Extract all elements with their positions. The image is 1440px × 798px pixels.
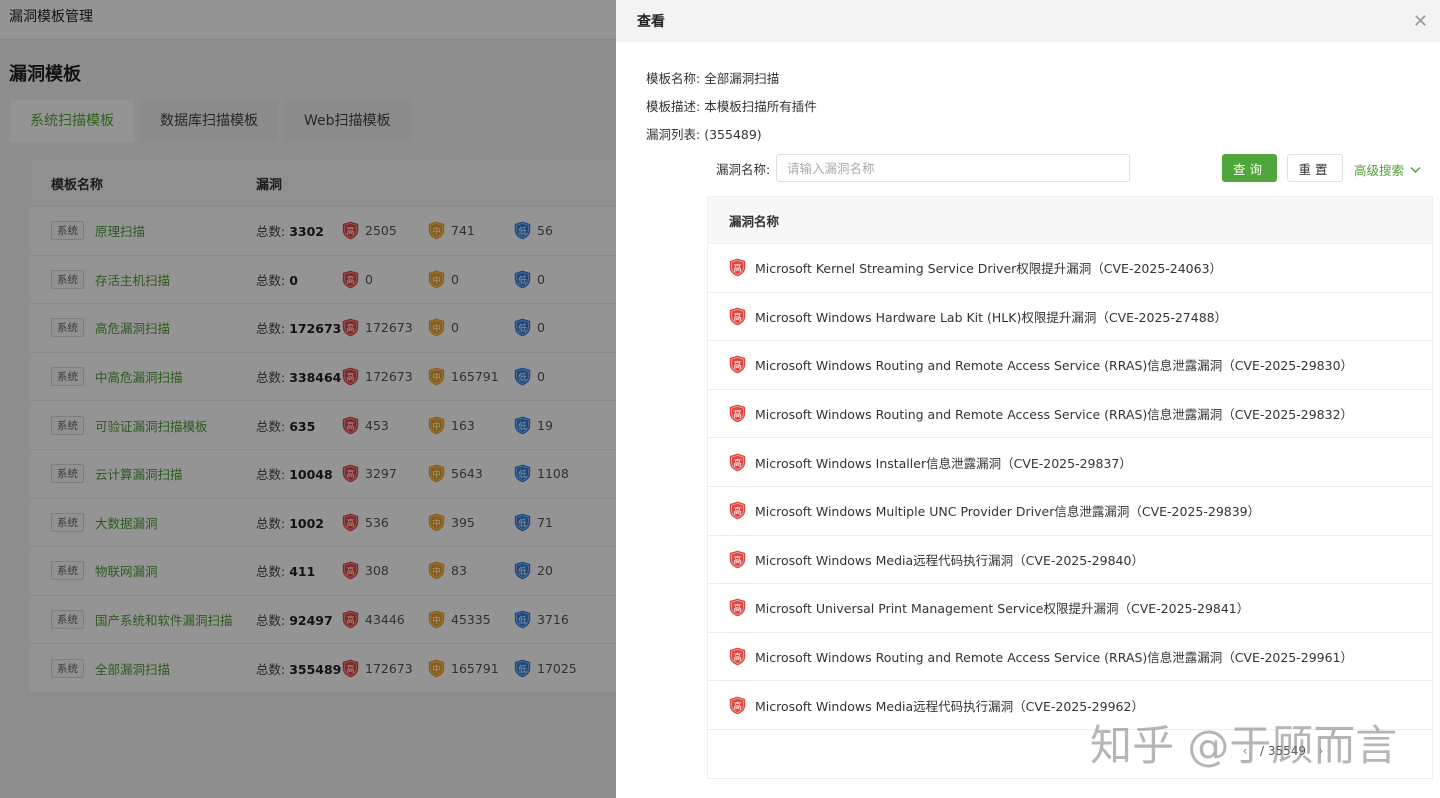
close-icon[interactable]: ✕ (1413, 11, 1428, 32)
vuln-table-body: 高 Microsoft Kernel Streaming Service Driv… (708, 244, 1432, 730)
query-button[interactable]: 查询 (1222, 154, 1277, 182)
svg-text:高: 高 (733, 457, 742, 468)
vuln-row: 高 Microsoft Windows Routing and Remote Ac… (708, 633, 1432, 682)
chevron-down-icon (1410, 166, 1421, 173)
vuln-row: 高 Microsoft Windows Media远程代码执行漏洞（CVE-202… (708, 681, 1432, 730)
vuln-name[interactable]: Microsoft Kernel Streaming Service Drive… (755, 258, 1222, 277)
svg-text:高: 高 (733, 555, 742, 566)
vuln-row: 高 Microsoft Windows Routing and Remote Ac… (708, 341, 1432, 390)
reset-button[interactable]: 重置 (1287, 154, 1343, 182)
drawer-title: 查看 (637, 14, 665, 30)
template-name-row: 模板名称: 全部漏洞扫描 (646, 68, 779, 87)
svg-text:高: 高 (733, 652, 742, 663)
vuln-row: 高 Microsoft Windows Multiple UNC Provider… (708, 487, 1432, 536)
svg-text:高: 高 (733, 263, 742, 274)
vuln-name[interactable]: Microsoft Windows Routing and Remote Acc… (755, 404, 1353, 423)
vuln-row: 高 Microsoft Windows Media远程代码执行漏洞（CVE-202… (708, 536, 1432, 585)
high-risk-shield-icon: 高 (729, 501, 746, 520)
advanced-search-label: 高级搜索 (1354, 163, 1405, 178)
vuln-name[interactable]: Microsoft Windows Hardware Lab Kit (HLK)… (755, 307, 1227, 326)
vuln-row: 高 Microsoft Kernel Streaming Service Driv… (708, 244, 1432, 293)
view-drawer: 查看 ✕ 模板名称: 全部漏洞扫描 模板描述: 本模板扫描所有插件 漏洞列表: … (616, 0, 1440, 798)
svg-text:高: 高 (733, 700, 742, 711)
vuln-name[interactable]: Microsoft Windows Media远程代码执行漏洞（CVE-2025… (755, 696, 1144, 715)
high-risk-shield-icon: 高 (729, 453, 746, 472)
svg-text:高: 高 (733, 312, 742, 323)
vuln-list-row: 漏洞列表: (355489) (646, 124, 762, 143)
vuln-row: 高 Microsoft Windows Hardware Lab Kit (HLK… (708, 293, 1432, 342)
page-count-text: / 35549 (1260, 744, 1307, 758)
pagination: ‹ / 35549 › (1236, 744, 1330, 758)
template-name-value: 全部漏洞扫描 (704, 71, 780, 86)
next-page-button[interactable]: › (1312, 744, 1330, 758)
template-name-label: 模板名称: (646, 71, 701, 86)
vuln-list-count: (355489) (704, 127, 762, 142)
vuln-table-header: 漏洞名称 (708, 197, 1432, 244)
vuln-search-bar: 漏洞名称: 查询 重置 高级搜索 (716, 154, 1426, 182)
drawer-header: 查看 ✕ (616, 0, 1440, 42)
high-risk-shield-icon: 高 (729, 404, 746, 423)
svg-text:高: 高 (733, 409, 742, 420)
advanced-search-toggle[interactable]: 高级搜索 (1354, 160, 1421, 179)
high-risk-shield-icon: 高 (729, 356, 746, 374)
vuln-name[interactable]: Microsoft Windows Installer信息泄露漏洞（CVE-20… (755, 453, 1132, 472)
vuln-name[interactable]: Microsoft Windows Media远程代码执行漏洞（CVE-2025… (755, 550, 1144, 569)
svg-text:高: 高 (733, 603, 742, 614)
high-risk-shield-icon: 高 (729, 647, 746, 666)
vuln-name[interactable]: Microsoft Windows Routing and Remote Acc… (755, 355, 1353, 374)
vuln-name[interactable]: Microsoft Windows Routing and Remote Acc… (755, 647, 1353, 666)
prev-page-button[interactable]: ‹ (1236, 744, 1254, 758)
svg-text:高: 高 (733, 506, 742, 517)
high-risk-shield-icon: 高 (729, 599, 746, 617)
vuln-row: 高 Microsoft Universal Print Management Se… (708, 584, 1432, 633)
high-risk-shield-icon: 高 (729, 696, 746, 715)
vuln-row: 高 Microsoft Windows Installer信息泄露漏洞（CVE-2… (708, 438, 1432, 487)
template-desc-value: 本模板扫描所有插件 (704, 99, 817, 114)
high-risk-shield-icon: 高 (729, 307, 746, 326)
vuln-row: 高 Microsoft Windows Routing and Remote Ac… (708, 390, 1432, 439)
vuln-name-input[interactable] (776, 154, 1130, 182)
vuln-name[interactable]: Microsoft Universal Print Management Ser… (755, 598, 1249, 617)
vuln-list-label: 漏洞列表: (646, 127, 701, 142)
high-risk-shield-icon: 高 (729, 258, 746, 277)
vuln-table: 漏洞名称 高 Microsoft Kernel Streaming Service… (707, 196, 1433, 779)
template-desc-label: 模板描述: (646, 99, 701, 114)
high-risk-shield-icon: 高 (729, 550, 746, 569)
svg-text:高: 高 (733, 360, 742, 371)
template-desc-row: 模板描述: 本模板扫描所有插件 (646, 96, 817, 115)
vuln-name[interactable]: Microsoft Windows Multiple UNC Provider … (755, 501, 1260, 520)
vuln-name-label: 漏洞名称: (716, 161, 771, 177)
